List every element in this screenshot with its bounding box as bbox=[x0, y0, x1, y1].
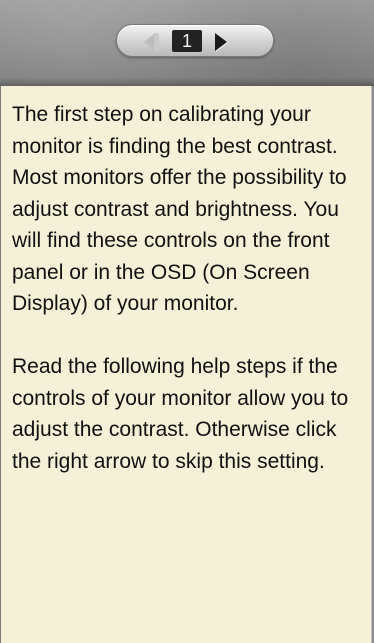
help-panel: The first step on calibrating your monit… bbox=[0, 86, 372, 643]
help-paragraph-2: Read the following help steps if the con… bbox=[12, 355, 349, 473]
page-navigator: 1 bbox=[116, 24, 274, 57]
arrow-right-icon bbox=[215, 33, 227, 51]
previous-page-button[interactable] bbox=[142, 33, 162, 51]
page-number: 1 bbox=[172, 30, 202, 52]
header-bar: 1 bbox=[0, 0, 374, 86]
help-paragraph-1: The first step on calibrating your monit… bbox=[12, 103, 347, 315]
disabled-bar bbox=[154, 33, 159, 51]
next-page-button[interactable] bbox=[208, 31, 234, 52]
arrow-left-icon bbox=[144, 34, 154, 50]
